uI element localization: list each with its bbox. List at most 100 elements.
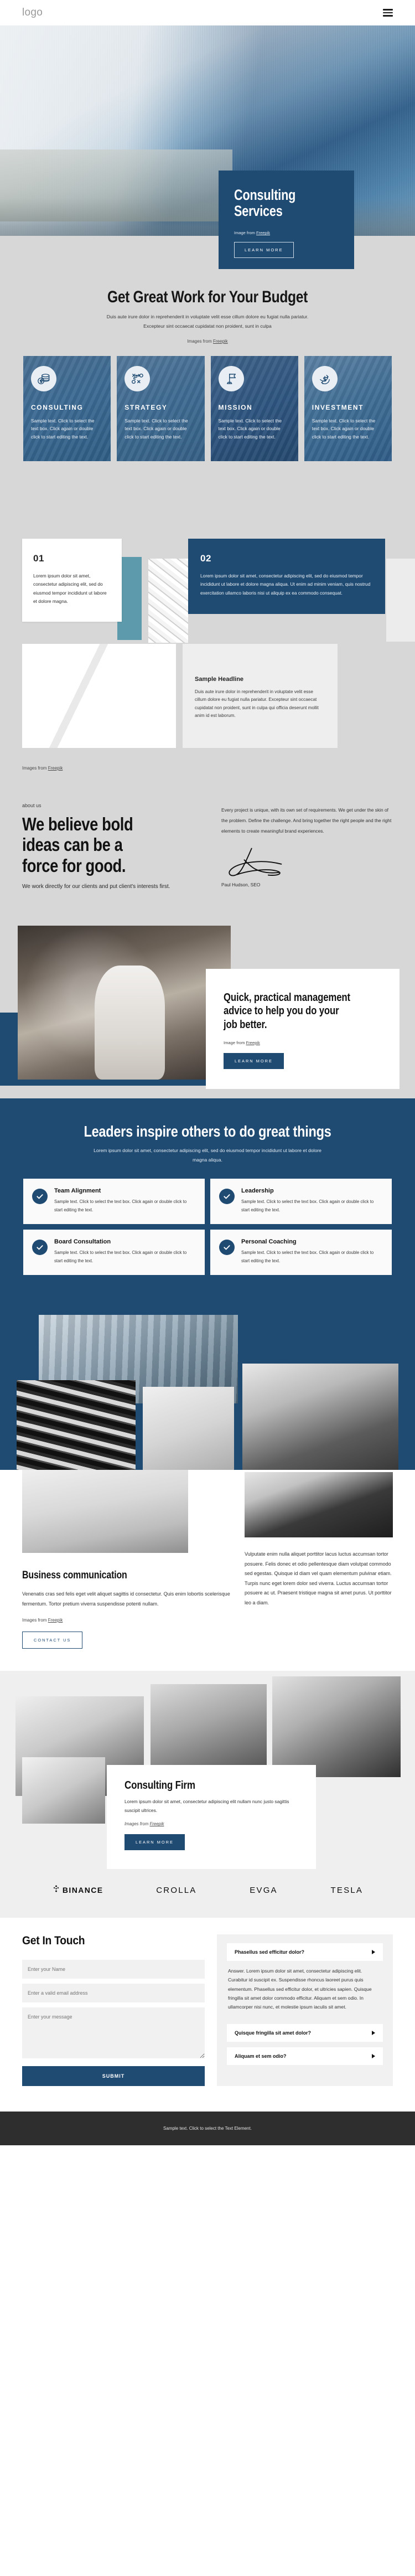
service-card-text: Sample text. Click to select the text bo…: [31, 417, 95, 440]
business-credit-link[interactable]: Freepik: [48, 1618, 63, 1623]
brand-logo-binance[interactable]: BINANCE: [52, 1885, 103, 1896]
numbered-wrap: 01 Lorem ipsum dolor sit amet, consectet…: [0, 493, 415, 659]
numbered-section: 01 Lorem ipsum dolor sit amet, consectet…: [0, 483, 415, 791]
brand-logo-tesla[interactable]: TESLA: [331, 1886, 364, 1895]
faq-question: Aliquam et sem odio?: [235, 2053, 287, 2059]
building-photo: [22, 643, 176, 748]
business-right-paragraph: Vulputate enim nulla aliquet porttitor l…: [245, 1551, 392, 1606]
firm-learn-more-button[interactable]: LEARN MORE: [124, 1834, 185, 1851]
service-card-title: STRATEGY: [124, 403, 168, 411]
numbered-card-text: Lorem ipsum dolor sit amet, consectetur …: [33, 572, 107, 605]
feature-text: Sample text. Click to select the text bo…: [241, 1250, 374, 1263]
numbered-credit-wrap: Images from Freepik: [0, 749, 415, 771]
advice-photo: [18, 925, 231, 1080]
feature-text: Sample text. Click to select the text bo…: [241, 1199, 374, 1212]
numbered-card-number: 02: [200, 553, 211, 564]
feature-item[interactable]: Leadership Sample text. Click to select …: [210, 1179, 392, 1225]
service-card-text: Sample text. Click to select the text bo…: [124, 417, 188, 440]
business-section: Business communication Venenatis cras se…: [0, 1470, 415, 1671]
contact-us-button[interactable]: CONTACT US: [22, 1632, 83, 1649]
chevron-right-icon: [372, 1950, 375, 1955]
about-paragraph: Every project is unique, with its own se…: [221, 807, 392, 834]
faq-item[interactable]: Quisque fringilla sit amet dolor?: [227, 2023, 383, 2042]
business-right: Vulputate enim nulla aliquet porttitor l…: [245, 1470, 393, 1649]
faq-item[interactable]: Aliquam et sem odio?: [227, 2047, 383, 2065]
feature-item[interactable]: Team Alignment Sample text. Click to sel…: [23, 1179, 205, 1225]
firm-credit-prefix: Images from: [124, 1821, 150, 1827]
advice-learn-more-button[interactable]: LEARN MORE: [224, 1053, 284, 1069]
leaders-feature-grid: Team Alignment Sample text. Click to sel…: [23, 1179, 392, 1276]
site-logo[interactable]: logo: [22, 7, 43, 19]
coins-dollar-icon: [31, 365, 56, 391]
brand-logo-evga[interactable]: EVGA: [250, 1886, 277, 1895]
hero-learn-more-button[interactable]: LEARN MORE: [234, 242, 294, 259]
firm-credit-link[interactable]: Freepik: [150, 1821, 164, 1826]
budget-credit-link[interactable]: Freepik: [213, 339, 228, 344]
feature-title: Team Alignment: [54, 1188, 101, 1195]
feature-body: Personal Coaching Sample text. Click to …: [241, 1238, 382, 1265]
feature-body: Team Alignment Sample text. Click to sel…: [54, 1188, 195, 1214]
sample-headline-wrap: Sample Headline Duis aute irure dolor in…: [0, 643, 415, 749]
business-paragraph: Venenatis cras sed felis eget velit aliq…: [22, 1591, 230, 1607]
service-card-mission[interactable]: MISSION Sample text. Click to select the…: [210, 355, 298, 461]
advice-credit-link[interactable]: Freepik: [246, 1040, 260, 1045]
advice-credit-prefix: Image from: [224, 1040, 246, 1045]
numbered-credit-link[interactable]: Freepik: [48, 766, 63, 771]
about-eyebrow: about us: [22, 802, 42, 808]
service-card-strategy[interactable]: STRATEGY Sample text. Click to select th…: [117, 355, 205, 461]
service-card-title: MISSION: [218, 403, 253, 411]
dollar-refresh-icon: [312, 365, 338, 391]
firm-image-2: [151, 1684, 267, 1768]
contact-heading: Get In Touch: [22, 1934, 85, 1948]
feature-title: Board Consultation: [54, 1238, 111, 1246]
leaders-section: Leaders inspire others to do great thing…: [0, 1098, 415, 1304]
firm-credit: Images from Freepik: [124, 1821, 298, 1826]
hero-credit-link[interactable]: Freepik: [256, 230, 270, 235]
feature-title: Personal Coaching: [241, 1238, 297, 1246]
brand-logo-crolla[interactable]: CROLLA: [156, 1886, 196, 1895]
business-credit-prefix: Images from: [22, 1618, 48, 1623]
about-left: about us We believe bold ideas can be a …: [22, 803, 188, 891]
faq-item-open[interactable]: Phasellus sed efficitur dolor?: [227, 1943, 383, 1961]
about-subheading: We work directly for our clients and put…: [22, 884, 170, 890]
hero-title-line-1: Consulting: [234, 187, 296, 203]
feature-item[interactable]: Personal Coaching Sample text. Click to …: [210, 1230, 392, 1276]
check-icon: [219, 1240, 235, 1256]
firm-paragraph: Lorem ipsum dolor sit amet, consectetur …: [124, 1799, 289, 1813]
check-icon: [32, 1189, 48, 1205]
brand-name: EVGA: [250, 1885, 278, 1895]
numbered-card-01: 01 Lorem ipsum dolor sit amet, consectet…: [22, 538, 122, 622]
business-photo: [22, 1470, 188, 1553]
faq-question: Phasellus sed efficitur dolor?: [235, 1949, 305, 1955]
faq-column: Phasellus sed efficitur dolor? Answer. L…: [217, 1934, 393, 2087]
budget-heading: Get Great Work for Your Budget: [107, 288, 308, 306]
firm-section: Consulting Firm Lorem ipsum dolor sit am…: [0, 1671, 415, 1871]
about-heading: We believe bold ideas can be a force for…: [22, 813, 133, 876]
site-footer: Sample text. Click to select the Text El…: [0, 2112, 415, 2146]
feature-item[interactable]: Board Consultation Sample text. Click to…: [23, 1230, 205, 1276]
message-field[interactable]: [22, 2007, 205, 2059]
submit-button[interactable]: SUBMIT: [22, 2066, 205, 2087]
sample-headline-text: Duis aute irure dolor in reprehenderit i…: [195, 689, 319, 719]
service-card-investment[interactable]: INVESTMENT Sample text. Click to select …: [304, 355, 392, 461]
signature-image: [221, 844, 393, 881]
budget-credit-prefix: Images from: [187, 338, 213, 344]
numbered-card-number: 01: [33, 553, 44, 564]
faq-question: Quisque fringilla sit amet dolor?: [235, 2030, 312, 2036]
brand-logos: BINANCE CROLLA EVGA TESLA: [0, 1870, 415, 1918]
budget-header: Get Great Work for Your Budget Duis aute…: [0, 269, 415, 344]
business-credit: Images from Freepik: [22, 1618, 232, 1623]
hero-image-credit: Image from Freepik: [234, 230, 339, 235]
footer-text: Sample text. Click to select the Text El…: [163, 2126, 252, 2131]
advice-section: Quick, practical management advice to he…: [0, 915, 415, 1098]
service-card-consulting[interactable]: CONSULTING Sample text. Click to select …: [23, 355, 111, 461]
flag-icon: [218, 365, 244, 391]
service-cards: CONSULTING Sample text. Click to select …: [0, 344, 415, 461]
advice-credit: Image from Freepik: [224, 1040, 377, 1045]
leaders-lead: Lorem ipsum dolor sit amet, consectetur …: [94, 1147, 321, 1163]
email-field[interactable]: [22, 1984, 205, 2003]
name-field[interactable]: [22, 1960, 205, 1979]
hamburger-menu-icon[interactable]: [383, 9, 393, 17]
feature-text: Sample text. Click to select the text bo…: [54, 1199, 187, 1212]
chevron-right-icon: [372, 2053, 375, 2058]
